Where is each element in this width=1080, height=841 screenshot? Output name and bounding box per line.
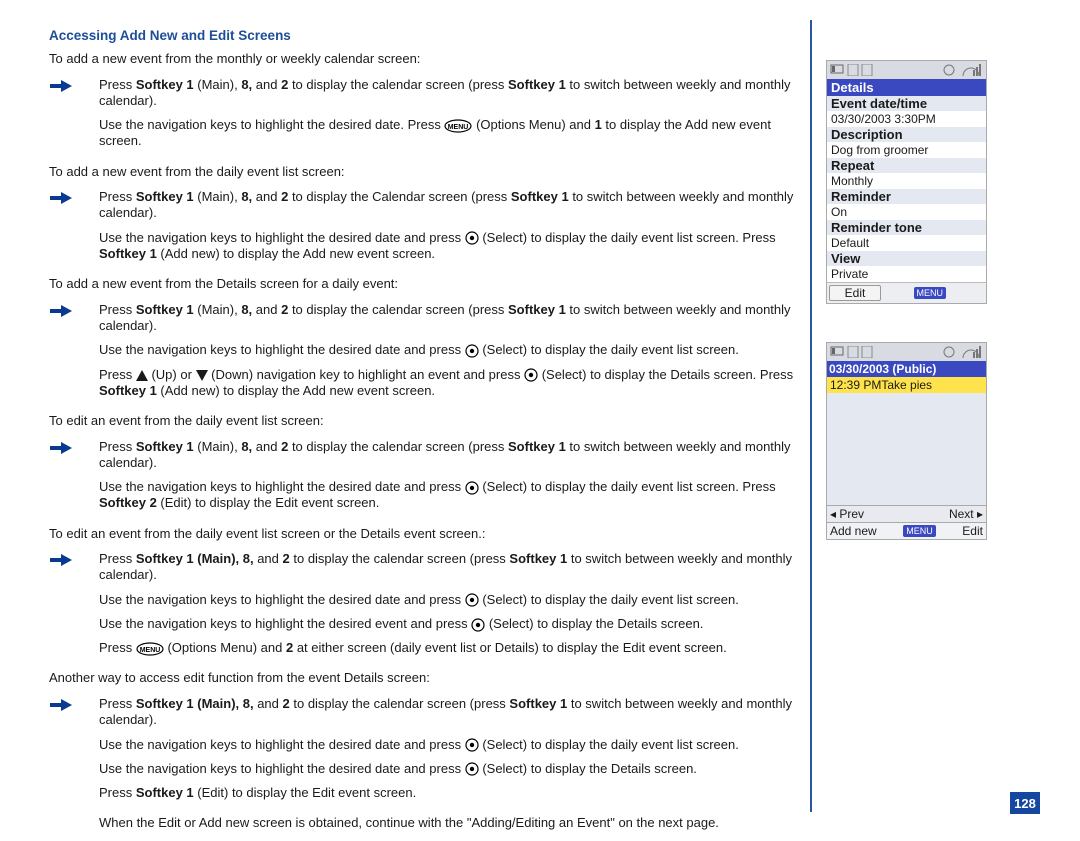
another-step5: When the Edit or Add new screen is obtai…: [99, 815, 799, 831]
softkey-edit: Edit: [962, 524, 983, 538]
edit-both-step4: Press MENU (Options Menu) and 2 at eithe…: [99, 640, 799, 656]
another-step4: Press Softkey 1 (Edit) to display the Ed…: [99, 785, 799, 801]
value-repeat: Monthly: [827, 173, 986, 189]
select-icon: [465, 344, 479, 358]
select-icon: [465, 738, 479, 752]
block-edit-both: Press Softkey 1 (Main), 8, and 2 to disp…: [49, 551, 799, 656]
status-bar: [827, 343, 986, 361]
value-view: Private: [827, 266, 986, 282]
value-event-datetime: 03/30/2003 3:30PM: [827, 111, 986, 127]
pointer-icon: [49, 696, 99, 712]
daily-list-title: 03/30/2003 (Public): [827, 361, 986, 377]
nav-bar: ◂ Prev Next ▸: [827, 505, 986, 522]
battery-icon: [830, 346, 880, 358]
label-reminder-tone: Reminder tone: [827, 220, 986, 235]
page-number: 128: [1010, 792, 1040, 814]
edit-daily-step2: Use the navigation keys to highlight the…: [99, 479, 799, 512]
value-reminder-tone: Default: [827, 235, 986, 251]
svg-text:MENU: MENU: [448, 124, 469, 131]
block-edit-daily: Press Softkey 1 (Main), 8, and 2 to disp…: [49, 439, 799, 512]
monthly-step2: Use the navigation keys to highlight the…: [99, 117, 799, 150]
phone-daily-list-screen: 03/30/2003 (Public) 12:39 PMTake pies ◂ …: [826, 342, 987, 540]
intro-details: To add a new event from the Details scre…: [49, 276, 799, 292]
select-icon: [524, 368, 538, 382]
block-details: Press Softkey 1 (Main), 8, and 2 to disp…: [49, 302, 799, 399]
monthly-step1: Press Softkey 1 (Main), 8, and 2 to disp…: [99, 77, 799, 110]
down-icon: [196, 370, 208, 381]
edit-daily-step1: Press Softkey 1 (Main), 8, and 2 to disp…: [99, 439, 799, 472]
softkey-bar: Add new MENU Edit: [827, 522, 986, 539]
another-step3: Use the navigation keys to highlight the…: [99, 761, 799, 777]
details-step2: Use the navigation keys to highlight the…: [99, 342, 799, 358]
label-repeat: Repeat: [827, 158, 986, 173]
daily-step1: Press Softkey 1 (Main), 8, and 2 to disp…: [99, 189, 799, 222]
battery-icon: [830, 64, 880, 76]
menu-icon: MENU: [444, 119, 472, 133]
edit-both-step2: Use the navigation keys to highlight the…: [99, 592, 799, 608]
select-icon: [465, 593, 479, 607]
select-icon: [471, 618, 485, 632]
label-view: View: [827, 251, 986, 266]
value-description: Dog from groomer: [827, 142, 986, 158]
intro-another: Another way to access edit function from…: [49, 670, 799, 686]
another-step1: Press Softkey 1 (Main), 8, and 2 to disp…: [99, 696, 799, 729]
softkey-menu: MENU: [914, 287, 947, 299]
menu-icon: MENU: [136, 642, 164, 656]
details-title: Details: [827, 79, 986, 96]
divider: [810, 20, 812, 812]
prev-button: ◂ Prev: [830, 507, 864, 521]
label-description: Description: [827, 127, 986, 142]
select-icon: [465, 231, 479, 245]
empty-list-area: [827, 393, 986, 505]
label-event-datetime: Event date/time: [827, 96, 986, 111]
softkey-addnew: Add new: [830, 524, 877, 538]
softkey-bar: Edit MENU: [827, 282, 986, 303]
softkey-menu: MENU: [903, 525, 936, 537]
value-reminder: On: [827, 204, 986, 220]
edit-both-step1: Press Softkey 1 (Main), 8, and 2 to disp…: [99, 551, 799, 584]
intro-edit-daily: To edit an event from the daily event li…: [49, 413, 799, 429]
pointer-icon: [49, 302, 99, 318]
intro-edit-both: To edit an event from the daily event li…: [49, 526, 799, 542]
daily-step2: Use the navigation keys to highlight the…: [99, 230, 799, 263]
event-row: 12:39 PMTake pies: [827, 377, 986, 393]
edit-both-step3: Use the navigation keys to highlight the…: [99, 616, 799, 632]
details-step3: Press (Up) or (Down) navigation key to h…: [99, 367, 799, 400]
up-icon: [136, 370, 148, 381]
block-monthly: Press Softkey 1 (Main), 8, and 2 to disp…: [49, 77, 799, 150]
signal-icon: [943, 64, 983, 76]
select-icon: [465, 481, 479, 495]
pointer-icon: [49, 189, 99, 205]
section-heading: Accessing Add New and Edit Screens: [49, 28, 799, 43]
another-step2: Use the navigation keys to highlight the…: [99, 737, 799, 753]
block-daily: Press Softkey 1 (Main), 8, and 2 to disp…: [49, 189, 799, 262]
select-icon: [465, 762, 479, 776]
softkey-edit: Edit: [829, 285, 881, 301]
svg-text:MENU: MENU: [140, 647, 161, 654]
pointer-icon: [49, 551, 99, 567]
intro-monthly: To add a new event from the monthly or w…: [49, 51, 799, 67]
next-button: Next ▸: [949, 507, 983, 521]
signal-icon: [943, 346, 983, 358]
pointer-icon: [49, 77, 99, 93]
intro-daily: To add a new event from the daily event …: [49, 164, 799, 180]
status-bar: [827, 61, 986, 79]
label-reminder: Reminder: [827, 189, 986, 204]
phone-details-screen: Details Event date/time 03/30/2003 3:30P…: [826, 60, 987, 304]
pointer-icon: [49, 439, 99, 455]
block-another: Press Softkey 1 (Main), 8, and 2 to disp…: [49, 696, 799, 801]
details-step1: Press Softkey 1 (Main), 8, and 2 to disp…: [99, 302, 799, 335]
